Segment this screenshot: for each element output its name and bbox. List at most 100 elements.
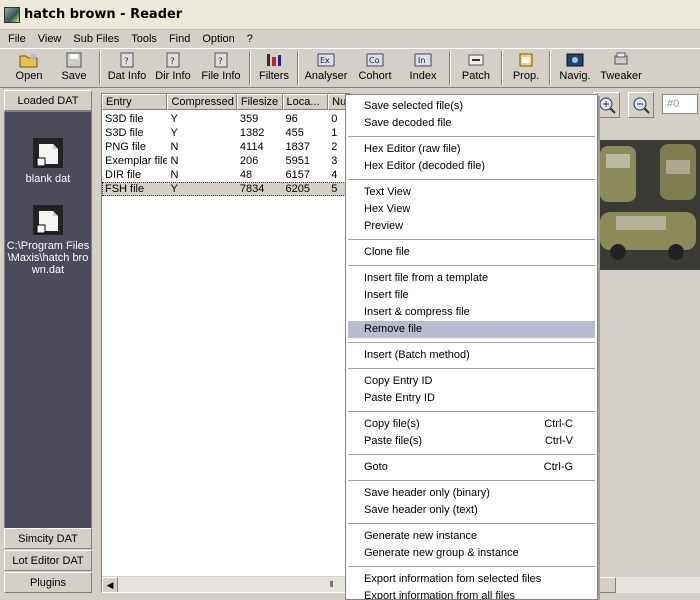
entries-table: Entry Compressed Filesize Loca... Nu S3D…: [101, 93, 351, 593]
cohort-button[interactable]: Co Cohort: [350, 49, 400, 87]
menu-goto[interactable]: Goto Ctrl-G: [348, 459, 595, 476]
horizontal-scrollbar[interactable]: ◀ ⦀: [102, 576, 350, 592]
svg-text:?: ?: [124, 57, 129, 67]
menu-copy-files[interactable]: Copy file(s) Ctrl-C: [348, 416, 595, 433]
menu-save-header-text[interactable]: Save header only (text): [348, 502, 595, 519]
menu-separator: [348, 566, 595, 567]
save-disk-icon: [64, 51, 84, 69]
tab-lot-editor-dat[interactable]: Lot Editor DAT: [4, 550, 92, 571]
menu-view[interactable]: View: [32, 33, 68, 45]
navigator-icon: [565, 51, 585, 69]
tweaker-button[interactable]: Tweaker: [596, 49, 646, 87]
menu-generate-new-group-instance[interactable]: Generate new group & instance: [348, 545, 595, 562]
zoom-out-button[interactable]: [628, 92, 654, 118]
tab-loaded-dat[interactable]: Loaded DAT: [4, 90, 92, 111]
menu-file[interactable]: File: [2, 33, 32, 45]
menu-insert-batch[interactable]: Insert (Batch method): [348, 347, 595, 364]
properties-button[interactable]: Prop.: [506, 49, 546, 87]
menu-sub-files[interactable]: Sub Files: [67, 33, 125, 45]
column-header-location[interactable]: Loca...: [282, 94, 329, 110]
loaded-file-item[interactable]: blank dat: [4, 136, 92, 185]
menu-save-selected-files[interactable]: Save selected file(s): [348, 98, 595, 115]
toolbar: Open Save ? Dat Info ? Dir Info ? File I…: [0, 48, 700, 88]
menu-hex-editor-decoded[interactable]: Hex Editor (decoded file): [348, 158, 595, 175]
toolbar-separator: [297, 51, 299, 85]
menu-bar: File View Sub Files Tools Find Option ?: [0, 30, 700, 48]
menu-remove-file[interactable]: Remove file: [348, 321, 595, 338]
properties-icon: [516, 51, 536, 69]
menu-separator: [348, 342, 595, 343]
dir-info-button[interactable]: ? Dir Info: [150, 49, 196, 87]
app-icon: [4, 6, 20, 23]
dat-file-icon: [33, 138, 63, 168]
menu-help[interactable]: ?: [241, 33, 259, 45]
file-info-icon: ?: [211, 51, 231, 69]
column-header-compressed[interactable]: Compressed: [167, 94, 237, 110]
analyser-icon: Ex: [316, 51, 336, 69]
table-header: Entry Compressed Filesize Loca... Nu: [102, 94, 350, 110]
menu-text-view[interactable]: Text View: [348, 184, 595, 201]
filters-button[interactable]: Filters: [254, 49, 294, 87]
table-row[interactable]: PNG file N 4114 1837 2: [102, 140, 350, 154]
shortcut-label: Ctrl-C: [544, 418, 573, 430]
patch-button[interactable]: Patch: [454, 49, 498, 87]
menu-insert-from-template[interactable]: Insert file from a template: [348, 270, 595, 287]
menu-hex-editor-raw[interactable]: Hex Editor (raw file): [348, 141, 595, 158]
open-button[interactable]: Open: [6, 49, 52, 87]
menu-export-info-selected[interactable]: Export information fom selected files: [348, 571, 595, 588]
tab-plugins[interactable]: Plugins: [4, 572, 92, 593]
menu-copy-entry-id[interactable]: Copy Entry ID: [348, 373, 595, 390]
analyser-button[interactable]: Ex Analyser: [302, 49, 350, 87]
dat-info-button[interactable]: ? Dat Info: [104, 49, 150, 87]
menu-option[interactable]: Option: [196, 33, 240, 45]
column-header-filesize[interactable]: Filesize: [236, 94, 283, 110]
preview-scrollbar[interactable]: [598, 577, 700, 593]
scroll-grip-icon: ⦀: [330, 580, 334, 589]
menu-separator: [348, 480, 595, 481]
svg-text:In: In: [418, 56, 425, 65]
window-title: hatch brown - Reader: [24, 7, 183, 22]
menu-paste-files[interactable]: Paste file(s) Ctrl-V: [348, 433, 595, 450]
table-row[interactable]: Exemplar file N 206 5951 3: [102, 154, 350, 168]
menu-insert-file[interactable]: Insert file: [348, 287, 595, 304]
menu-export-info-all[interactable]: Export information from all files: [348, 588, 595, 599]
menu-hex-view[interactable]: Hex View: [348, 201, 595, 218]
menu-find[interactable]: Find: [163, 33, 196, 45]
svg-text:Ex: Ex: [320, 56, 330, 65]
index-button[interactable]: In Index: [400, 49, 446, 87]
navigator-button[interactable]: Navig.: [554, 49, 596, 87]
context-menu: Save selected file(s) Save decoded file …: [345, 94, 598, 600]
scroll-left-icon[interactable]: ◀: [102, 577, 118, 592]
menu-separator: [348, 368, 595, 369]
tab-simcity-dat[interactable]: Simcity DAT: [4, 528, 92, 549]
table-row[interactable]: S3D file Y 1382 455 1: [102, 126, 350, 140]
loaded-file-item[interactable]: C:\Program Files\Maxis\hatch brown.dat: [4, 203, 92, 276]
menu-separator: [348, 411, 595, 412]
dat-file-icon: [33, 205, 63, 235]
table-row[interactable]: S3D file Y 359 96 0: [102, 112, 350, 126]
car-texture-image: [596, 140, 700, 270]
table-row-selected[interactable]: FSH file Y 7834 6205 5: [102, 182, 350, 196]
file-info-button[interactable]: ? File Info: [196, 49, 246, 87]
index-icon: In: [413, 51, 433, 69]
menu-insert-compress-file[interactable]: Insert & compress file: [348, 304, 595, 321]
dat-info-icon: ?: [117, 51, 137, 69]
patch-icon: [466, 51, 486, 69]
scroll-thumb[interactable]: [598, 577, 616, 593]
menu-save-decoded-file[interactable]: Save decoded file: [348, 115, 595, 132]
cohort-icon: Co: [365, 51, 385, 69]
toolbar-separator: [249, 51, 251, 85]
table-row[interactable]: DIR file N 48 6157 4: [102, 168, 350, 182]
menu-preview[interactable]: Preview: [348, 218, 595, 235]
title-bar: hatch brown - Reader: [0, 0, 700, 30]
save-button[interactable]: Save: [52, 49, 96, 87]
tweaker-icon: [611, 51, 631, 69]
menu-paste-entry-id[interactable]: Paste Entry ID: [348, 390, 595, 407]
menu-save-header-binary[interactable]: Save header only (binary): [348, 485, 595, 502]
menu-generate-new-instance[interactable]: Generate new instance: [348, 528, 595, 545]
menu-tools[interactable]: Tools: [125, 33, 163, 45]
menu-separator: [348, 179, 595, 180]
menu-clone-file[interactable]: Clone file: [348, 244, 595, 261]
texture-index-input[interactable]: #0: [662, 94, 698, 114]
column-header-entry[interactable]: Entry: [102, 94, 168, 110]
